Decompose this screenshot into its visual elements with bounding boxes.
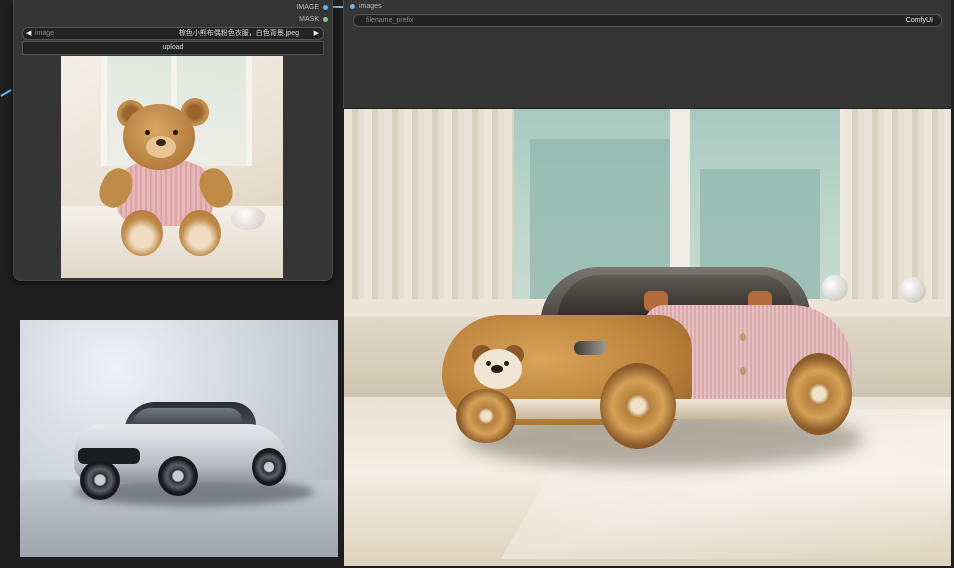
image-output-slot[interactable]: IMAGE bbox=[296, 4, 328, 11]
image-combo-widget[interactable]: ◀ image 棕色小熊布偶粉色衣服，白色背景.jpeg ▶ bbox=[22, 27, 324, 40]
prev-arrow-icon[interactable]: ◀ bbox=[26, 28, 31, 39]
filename-prefix-value: ComfyUI bbox=[905, 17, 933, 24]
filename-prefix-field[interactable]: filename_prefix ComfyUI bbox=[353, 14, 942, 27]
image-output-dot[interactable] bbox=[323, 5, 328, 10]
mask-output-label: MASK bbox=[299, 16, 319, 23]
image-output-label: IMAGE bbox=[296, 4, 319, 11]
mask-output-slot[interactable]: MASK bbox=[299, 16, 328, 23]
images-input-label: images bbox=[359, 3, 382, 10]
next-arrow-icon[interactable]: ▶ bbox=[314, 28, 319, 39]
image-widget-value: 棕色小熊布偶粉色衣服，白色背景.jpeg bbox=[178, 30, 299, 37]
car-reference-image bbox=[20, 320, 338, 557]
mask-output-dot[interactable] bbox=[323, 17, 328, 22]
filename-prefix-label: filename_prefix bbox=[366, 17, 414, 24]
images-input-dot[interactable] bbox=[350, 4, 355, 9]
save-image-node[interactable]: images filename_prefix ComfyUI bbox=[343, 0, 951, 108]
teddy-bear-preview-image bbox=[61, 56, 283, 278]
load-image-node[interactable]: IMAGE MASK ◀ image 棕色小熊布偶粉色衣服，白色背景.jpeg … bbox=[13, 0, 333, 281]
image-widget-label: image bbox=[35, 30, 55, 37]
output-teddy-car-image bbox=[344, 109, 951, 566]
images-input-slot[interactable]: images bbox=[350, 3, 382, 10]
upload-button[interactable]: upload bbox=[22, 41, 324, 55]
